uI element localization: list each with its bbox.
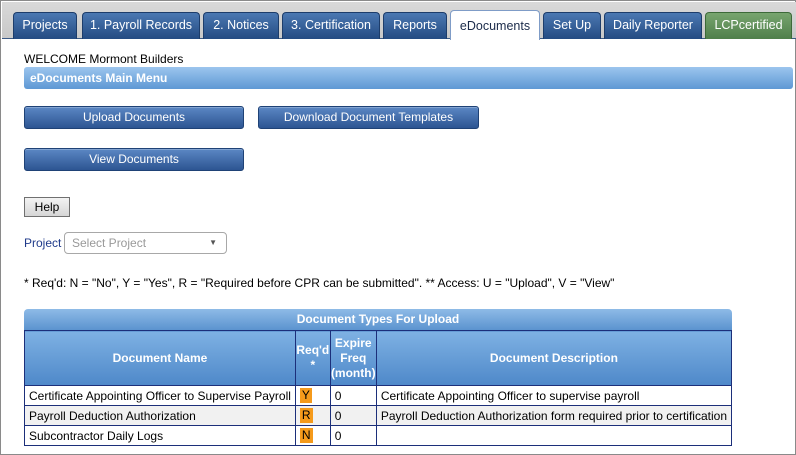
chevron-down-icon: ▼: [209, 238, 217, 247]
tab-notices[interactable]: 2. Notices: [203, 12, 279, 39]
tab-projects[interactable]: Projects: [13, 12, 77, 39]
expire-cell: 0: [329, 385, 377, 406]
tab-payroll-records[interactable]: 1. Payroll Records: [82, 12, 200, 39]
reqd-badge: N: [299, 428, 313, 443]
app-frame: Projects 1. Payroll Records 2. Notices 3…: [0, 0, 796, 455]
download-templates-button[interactable]: Download Document Templates: [258, 106, 479, 129]
description-cell: Payroll Deduction Authorization form req…: [375, 405, 733, 426]
expire-cell: 0: [329, 425, 377, 446]
expire-cell: 0: [329, 405, 377, 426]
description-cell: Certificate Appointing Officer to superv…: [375, 385, 733, 406]
document-name-cell: Certificate Appointing Officer to Superv…: [24, 385, 296, 406]
reqd-badge: Y: [299, 388, 312, 403]
project-select-value: Select Project: [72, 236, 147, 250]
section-header: eDocuments Main Menu: [24, 67, 793, 89]
project-select[interactable]: Select Project ▼: [64, 232, 227, 254]
tab-set-up[interactable]: Set Up: [543, 12, 601, 39]
table-title: Document Types For Upload: [24, 309, 732, 330]
table-row: Payroll Deduction Authorization R 0 Payr…: [24, 405, 733, 426]
col-header-description: Document Description: [375, 330, 733, 386]
reqd-cell: Y: [294, 385, 331, 406]
welcome-message: WELCOME Mormont Builders: [24, 52, 184, 66]
reqd-badge: R: [299, 408, 313, 423]
document-types-table: Document Name Req'd * Expire Freq (month…: [24, 330, 733, 446]
tab-reports[interactable]: Reports: [383, 12, 447, 39]
project-label: Project: [24, 236, 62, 250]
requirement-legend: * Req'd: N = "No", Y = "Yes", R = "Requi…: [24, 276, 615, 290]
table-row: Subcontractor Daily Logs N 0: [24, 425, 733, 446]
tab-daily-reporter[interactable]: Daily Reporter: [604, 12, 702, 39]
view-documents-button[interactable]: View Documents: [24, 148, 244, 171]
reqd-cell: R: [294, 405, 331, 426]
table-row: Certificate Appointing Officer to Superv…: [24, 385, 733, 406]
document-name-cell: Payroll Deduction Authorization: [24, 405, 296, 426]
tab-bar: Projects 1. Payroll Records 2. Notices 3…: [2, 2, 796, 40]
col-header-expire-freq: Expire Freq (month): [329, 330, 377, 386]
reqd-cell: N: [294, 425, 331, 446]
upload-documents-button[interactable]: Upload Documents: [24, 106, 244, 129]
col-header-reqd: Req'd *: [294, 330, 331, 386]
tab-certification[interactable]: 3. Certification: [282, 12, 380, 39]
tab-lcpcertified[interactable]: LCPcertified: [705, 12, 792, 39]
tab-edocuments[interactable]: eDocuments: [450, 10, 540, 40]
document-name-cell: Subcontractor Daily Logs: [24, 425, 296, 446]
description-cell: [375, 425, 733, 446]
col-header-document-name: Document Name: [24, 330, 296, 386]
help-button[interactable]: Help: [24, 197, 70, 217]
